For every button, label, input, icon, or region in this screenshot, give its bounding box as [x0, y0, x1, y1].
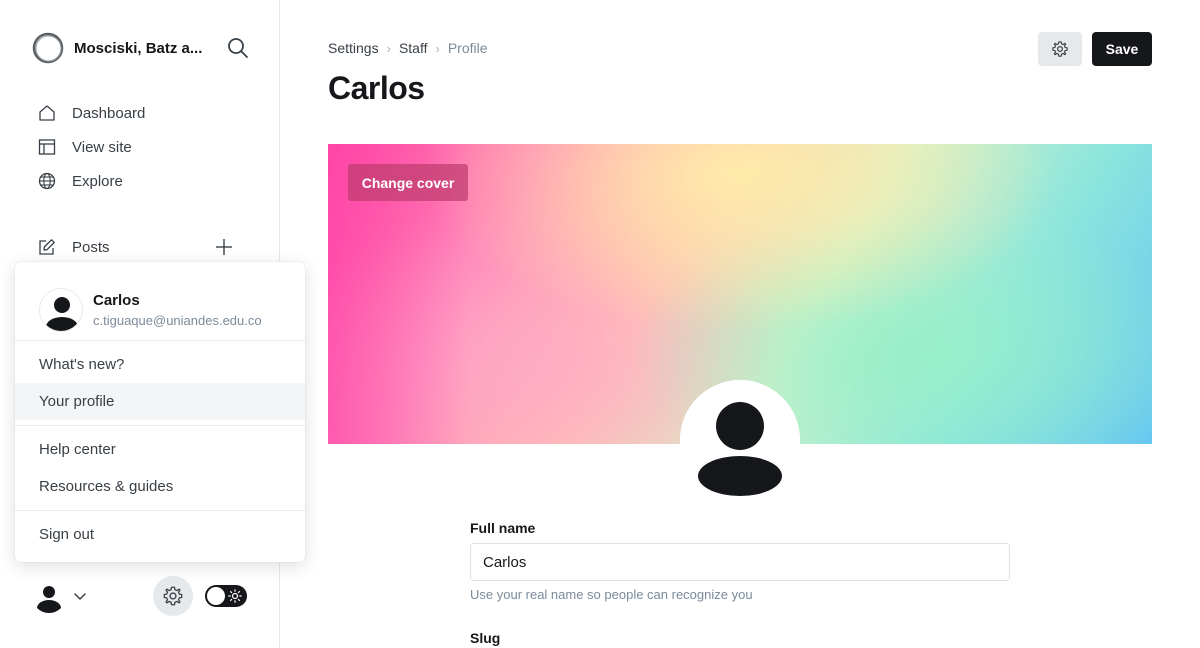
breadcrumb-staff[interactable]: Staff: [399, 40, 428, 56]
home-icon: [39, 105, 55, 121]
site-brand[interactable]: Mosciski, Batz a...: [32, 32, 252, 64]
user-avatar-button[interactable]: [32, 579, 66, 613]
nav-item-label: Posts: [72, 238, 110, 256]
full-name-input[interactable]: [470, 543, 1010, 581]
nav-item-posts[interactable]: Posts: [38, 230, 258, 264]
site-logo-icon: [32, 32, 64, 64]
menu-item-whats-new[interactable]: What's new?: [15, 346, 305, 383]
toggle-knob: [207, 587, 225, 605]
save-button[interactable]: Save: [1092, 32, 1152, 66]
user-name: Carlos: [93, 292, 140, 309]
add-post-icon[interactable]: [214, 237, 234, 257]
settings-button[interactable]: [153, 576, 193, 616]
dark-mode-toggle[interactable]: [205, 585, 247, 607]
primary-nav: Dashboard View site Explore: [38, 96, 258, 198]
breadcrumb: Settings › Staff › Profile: [328, 40, 488, 56]
menu-item-your-profile[interactable]: Your profile: [15, 383, 305, 420]
nav-item-view-site[interactable]: View site: [38, 130, 258, 164]
user-menu-popover: Carlos c.tiguaque@uniandes.edu.co What's…: [15, 262, 305, 562]
gear-icon: [163, 586, 183, 606]
user-avatar-icon: [680, 380, 800, 500]
user-email: c.tiguaque@uniandes.edu.co: [93, 313, 262, 328]
menu-item-resources-guides[interactable]: Resources & guides: [15, 468, 305, 505]
nav-item-label: Dashboard: [72, 104, 146, 122]
search-icon[interactable]: [226, 36, 250, 60]
nav-item-explore[interactable]: Explore: [38, 164, 258, 198]
nav-item-dashboard[interactable]: Dashboard: [38, 96, 258, 130]
full-name-label: Full name: [470, 520, 536, 536]
chevron-down-icon[interactable]: [72, 588, 88, 604]
nav-item-label: View site: [72, 138, 132, 156]
avatar: [39, 288, 83, 332]
user-menu-header: Carlos c.tiguaque@uniandes.edu.co: [15, 262, 305, 341]
profile-avatar[interactable]: [680, 380, 800, 500]
slug-label: Slug: [470, 630, 501, 646]
full-name-hint: Use your real name so people can recogni…: [470, 587, 753, 602]
breadcrumb-separator: ›: [386, 40, 391, 56]
gear-icon: [1052, 41, 1068, 57]
user-avatar-icon: [32, 579, 66, 613]
site-name: Mosciski, Batz a...: [74, 39, 203, 57]
breadcrumb-settings[interactable]: Settings: [328, 40, 379, 56]
menu-group: Sign out: [15, 511, 305, 558]
page-title: Carlos: [328, 70, 425, 106]
change-cover-button[interactable]: Change cover: [348, 164, 468, 201]
edit-icon: [39, 239, 55, 255]
user-avatar-icon: [40, 289, 82, 331]
globe-icon: [38, 172, 56, 190]
menu-item-help-center[interactable]: Help center: [15, 431, 305, 468]
nav-item-label: Explore: [72, 172, 123, 190]
layout-icon: [38, 139, 56, 155]
breadcrumb-separator: ›: [435, 40, 440, 56]
breadcrumb-profile: Profile: [447, 40, 488, 56]
menu-item-sign-out[interactable]: Sign out: [15, 516, 305, 553]
sun-icon: [228, 589, 242, 603]
profile-actions-button[interactable]: [1038, 32, 1082, 66]
menu-group: Help center Resources & guides: [15, 426, 305, 511]
menu-group: What's new? Your profile: [15, 341, 305, 426]
